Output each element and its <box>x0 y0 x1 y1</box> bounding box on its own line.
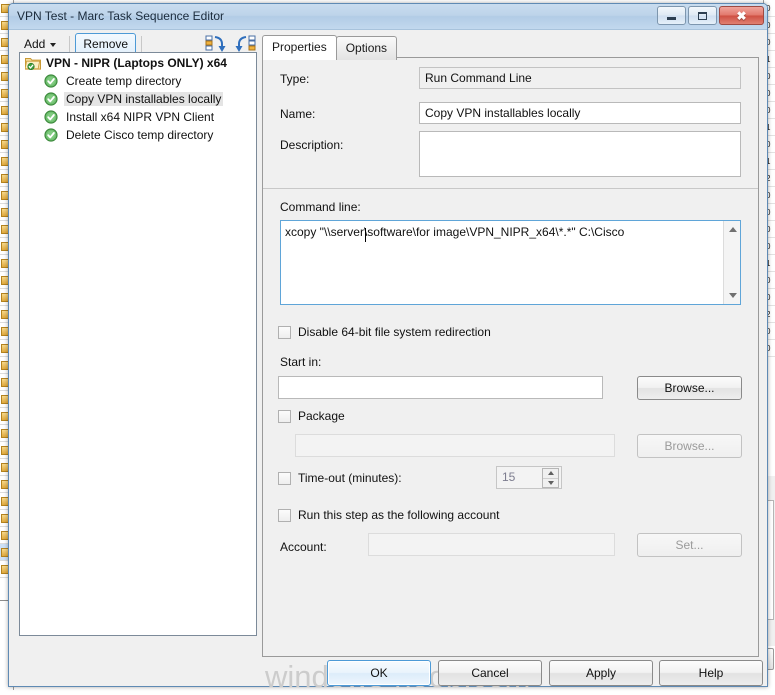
section-divider <box>263 188 758 189</box>
maximize-icon <box>698 11 707 20</box>
tree-item-create-temp-directory[interactable]: Create temp directory <box>20 72 256 90</box>
ok-button-label: OK <box>370 666 388 680</box>
tree-item-delete-cisco-temp-directory[interactable]: Delete Cisco temp directory <box>20 126 256 144</box>
package-browse-label: Browse... <box>664 439 715 453</box>
window-title: VPN Test - Marc Task Sequence Editor <box>17 9 224 23</box>
tab-bar: Properties Options <box>262 35 398 60</box>
command-line-scrollbar[interactable] <box>723 221 740 304</box>
name-label: Name: <box>280 107 316 121</box>
disable-redirection-checkbox[interactable] <box>278 325 291 339</box>
disable-redirection-label: Disable 64-bit file system redirection <box>298 325 491 339</box>
account-set-button: Set... <box>637 533 742 557</box>
package-browse-button: Browse... <box>637 434 742 458</box>
tab-options[interactable]: Options <box>335 36 398 60</box>
timeout-spinner[interactable]: 15 <box>496 466 562 489</box>
apply-button-label: Apply <box>585 666 617 680</box>
task-sequence-editor-dialog: VPN Test - Marc Task Sequence Editor ✖ A… <box>8 3 768 694</box>
step-check-icon <box>44 128 58 142</box>
cancel-button-label: Cancel <box>471 666 509 680</box>
step-check-icon <box>44 110 58 124</box>
add-button-label: Add <box>24 37 46 51</box>
cancel-button[interactable]: Cancel <box>438 660 542 686</box>
close-button[interactable]: ✖ <box>719 6 764 25</box>
tree-item-label: Delete Cisco temp directory <box>66 128 214 142</box>
start-in-label: Start in: <box>280 355 322 369</box>
run-as-checkbox-row[interactable]: Run this step as the following account <box>278 508 499 522</box>
window-controls: ✖ <box>657 6 764 25</box>
tree-item-label: Create temp directory <box>66 74 182 88</box>
start-in-field[interactable] <box>278 376 603 399</box>
tree-item-label: Install x64 NIPR VPN Client <box>66 110 215 124</box>
tree-root-node[interactable]: VPN - NIPR (Laptops ONLY) x64 <box>20 53 256 72</box>
start-in-browse-button[interactable]: Browse... <box>637 376 742 400</box>
type-value: Run Command Line <box>419 67 741 89</box>
tree-item-label: Copy VPN installables locally <box>64 92 224 106</box>
folder-check-icon <box>24 56 41 71</box>
text-cursor <box>365 228 366 242</box>
run-as-checkbox[interactable] <box>278 508 291 522</box>
account-field <box>368 533 615 556</box>
timeout-spinner-buttons[interactable] <box>542 468 559 488</box>
start-in-browse-label: Browse... <box>664 381 715 395</box>
tab-properties[interactable]: Properties <box>262 35 337 60</box>
help-button[interactable]: Help <box>659 660 763 686</box>
package-label: Package <box>298 409 345 423</box>
reorder-up-icon[interactable] <box>235 34 257 54</box>
tab-options-label: Options <box>345 41 388 55</box>
package-checkbox[interactable] <box>278 409 291 423</box>
task-sequence-tree[interactable]: VPN - NIPR (Laptops ONLY) x64 Create tem… <box>19 52 257 636</box>
scroll-up-icon[interactable] <box>724 221 741 238</box>
toolbar-separator-1 <box>69 35 71 53</box>
timeout-label: Time-out (minutes): <box>298 471 402 485</box>
disable-redirection-checkbox-row[interactable]: Disable 64-bit file system redirection <box>278 325 491 339</box>
chevron-down-icon <box>50 43 57 47</box>
package-checkbox-row[interactable]: Package <box>278 409 345 423</box>
minimize-button[interactable] <box>657 6 686 25</box>
minimize-icon <box>667 16 676 20</box>
tree-item-copy-vpn-installables-locally[interactable]: Copy VPN installables locally <box>20 90 256 108</box>
close-icon: ✖ <box>736 8 747 23</box>
properties-panel: Type: Run Command Line Name: Copy VPN in… <box>262 57 759 657</box>
title-bar: VPN Test - Marc Task Sequence Editor ✖ <box>9 4 767 30</box>
toolbar-separator-2 <box>141 35 143 53</box>
ok-button[interactable]: OK <box>327 660 431 686</box>
type-label: Type: <box>280 72 310 86</box>
step-check-icon <box>44 74 58 88</box>
command-line-label: Command line: <box>280 200 361 214</box>
account-set-label: Set... <box>675 538 704 552</box>
description-field[interactable] <box>419 131 741 177</box>
toolbar-icon-group <box>205 34 257 54</box>
tree-root-label: VPN - NIPR (Laptops ONLY) x64 <box>46 56 227 70</box>
spinner-down-icon[interactable] <box>543 479 558 488</box>
command-line-field[interactable]: xcopy "\\server\software\for image\VPN_N… <box>280 220 741 305</box>
account-label: Account: <box>280 540 327 554</box>
remove-button-label: Remove <box>83 37 129 51</box>
step-check-icon <box>44 92 58 106</box>
command-line-value: xcopy "\\server\software\for image\VPN_N… <box>285 225 625 239</box>
scroll-down-icon[interactable] <box>724 287 741 304</box>
tree-item-install-x64-nipr-vpn-client[interactable]: Install x64 NIPR VPN Client <box>20 108 256 126</box>
maximize-button[interactable] <box>688 6 717 25</box>
timeout-checkbox[interactable] <box>278 471 291 485</box>
apply-button[interactable]: Apply <box>549 660 653 686</box>
timeout-checkbox-row[interactable]: Time-out (minutes): <box>278 471 402 485</box>
spinner-up-icon[interactable] <box>543 469 558 479</box>
package-field <box>295 434 615 457</box>
description-label: Description: <box>280 138 344 152</box>
timeout-value: 15 <box>502 470 516 484</box>
reorder-down-icon[interactable] <box>205 34 227 54</box>
run-as-label: Run this step as the following account <box>298 508 500 522</box>
tab-properties-label: Properties <box>272 40 327 54</box>
help-button-label: Help <box>698 666 724 680</box>
name-field[interactable]: Copy VPN installables locally <box>419 102 741 124</box>
